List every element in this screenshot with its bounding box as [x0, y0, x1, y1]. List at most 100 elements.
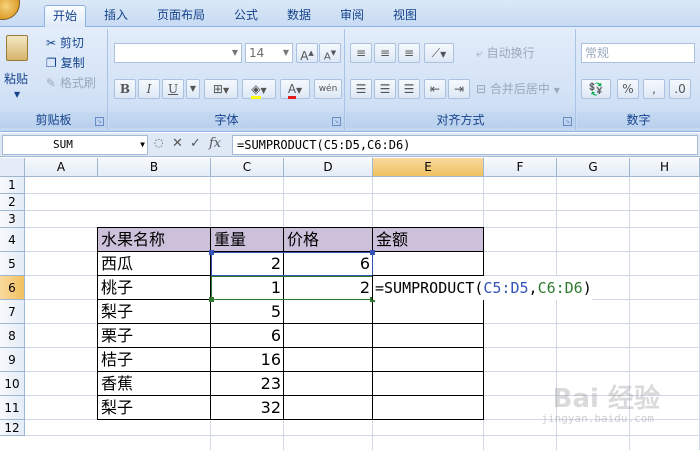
- expand-icon[interactable]: ◌: [154, 136, 164, 149]
- font-launcher-icon[interactable]: ↘: [332, 117, 341, 126]
- cancel-icon[interactable]: ✕: [172, 136, 183, 151]
- chevron-down-icon: ▼: [553, 86, 560, 95]
- phonetic-button[interactable]: wén: [314, 79, 342, 99]
- merge-center-button[interactable]: ⊟ 合并后居中 ▼: [476, 79, 560, 99]
- paste-dropdown-icon[interactable]: ▼: [14, 85, 20, 105]
- cell-border: [372, 371, 484, 396]
- cell-edit-formula[interactable]: =SUMPRODUCT(C5:D5,C6:D6): [373, 276, 592, 300]
- cell-border: [372, 251, 484, 276]
- tab-formulas[interactable]: 公式: [226, 5, 266, 27]
- fill-color-button[interactable]: ◈▼: [242, 79, 276, 99]
- row-header-11[interactable]: 11: [0, 396, 25, 420]
- italic-button[interactable]: I: [138, 79, 160, 99]
- column-header-a[interactable]: A: [25, 158, 98, 177]
- row-header-9[interactable]: 9: [0, 348, 25, 372]
- shrink-font-button[interactable]: A▼: [319, 43, 341, 63]
- align-top-icon[interactable]: ≡: [350, 43, 372, 63]
- formula-input[interactable]: =SUMPRODUCT(C5:D5,C6:D6): [232, 135, 698, 155]
- cell-border: [210, 371, 284, 396]
- office-button[interactable]: [0, 0, 20, 20]
- row-header-1[interactable]: 1: [0, 177, 25, 194]
- format-painter-button[interactable]: ✎ 格式刷: [46, 73, 96, 93]
- cell-border: [97, 395, 211, 420]
- column-header-b[interactable]: B: [98, 158, 211, 177]
- enter-icon[interactable]: ✓: [190, 136, 201, 151]
- formula-bar: SUM ▼ ◌ ✕ ✓ fx =SUMPRODUCT(C5:D5,C6:D6): [0, 133, 700, 157]
- wrap-text-button[interactable]: ⤶ 自动换行: [476, 43, 535, 63]
- align-bottom-icon[interactable]: ≡: [398, 43, 420, 63]
- cell-border: [97, 227, 211, 252]
- row-header-7[interactable]: 7: [0, 300, 25, 324]
- clipboard-launcher-icon[interactable]: ↘: [95, 117, 104, 126]
- cell-border: [97, 251, 211, 276]
- cell-border: [283, 227, 373, 252]
- orientation-icon[interactable]: ⟋▼: [424, 43, 454, 63]
- column-header-d[interactable]: D: [284, 158, 373, 177]
- cell-border: [372, 299, 484, 324]
- range-handle[interactable]: [370, 250, 375, 255]
- reference-range-c6-d6: [211, 276, 373, 300]
- tab-data[interactable]: 数据: [279, 5, 319, 27]
- increase-indent-icon[interactable]: ⇥: [448, 79, 470, 99]
- cell-border: [210, 347, 284, 372]
- column-header-c[interactable]: C: [211, 158, 284, 177]
- currency-icon[interactable]: 💱: [581, 79, 611, 99]
- row-header-10[interactable]: 10: [0, 372, 25, 396]
- gridline: [25, 435, 700, 436]
- copy-icon: ❐: [46, 56, 57, 70]
- merge-cells-icon: ⊟: [476, 82, 487, 96]
- tab-insert[interactable]: 插入: [96, 5, 136, 27]
- clipboard-group-label: 剪贴板: [0, 112, 107, 128]
- row-header-6[interactable]: 6: [0, 276, 25, 300]
- copy-button[interactable]: ❐ 复制: [46, 53, 85, 73]
- align-left-icon[interactable]: ☰: [350, 79, 372, 99]
- column-header-e[interactable]: E: [373, 158, 484, 177]
- underline-dropdown-icon[interactable]: ▼: [186, 79, 200, 99]
- comma-button[interactable]: ,: [643, 79, 665, 99]
- alignment-group: ≡ ≡ ≡ ⟋▼ ⤶ 自动换行 ☰ ☰ ☰ ⇤ ⇥ ⊟ 合并后居中 ▼ 对齐方式…: [346, 29, 576, 130]
- formula-part-suffix: ): [582, 279, 592, 297]
- borders-button[interactable]: ⊞▼: [204, 79, 238, 99]
- align-middle-icon[interactable]: ≡: [374, 43, 396, 63]
- tab-view[interactable]: 视图: [385, 5, 425, 27]
- column-header-f[interactable]: F: [484, 158, 557, 177]
- tab-home[interactable]: 开始: [44, 5, 86, 28]
- insert-function-icon[interactable]: fx: [209, 136, 221, 151]
- row-header-4[interactable]: 4: [0, 228, 25, 252]
- row-header-5[interactable]: 5: [0, 252, 25, 276]
- number-format-combo[interactable]: 常规: [581, 43, 695, 63]
- align-right-icon[interactable]: ☰: [398, 79, 420, 99]
- grow-font-button[interactable]: A▲: [296, 43, 318, 63]
- clipboard-group: 粘贴 ▼ ✂ 剪切 ❐ 复制 ✎ 格式刷 剪贴板 ↘: [0, 29, 108, 130]
- decrease-indent-icon[interactable]: ⇤: [424, 79, 446, 99]
- cut-button[interactable]: ✂ 剪切: [46, 33, 84, 53]
- range-handle[interactable]: [209, 297, 214, 302]
- increase-decimal-icon[interactable]: .0: [669, 79, 691, 99]
- bold-button[interactable]: B: [114, 79, 136, 99]
- cell-border: [97, 275, 211, 300]
- align-center-icon[interactable]: ☰: [374, 79, 396, 99]
- paste-icon[interactable]: [6, 35, 28, 61]
- percent-button[interactable]: %: [617, 79, 639, 99]
- column-header-h[interactable]: H: [630, 158, 700, 177]
- row-header-2[interactable]: 2: [0, 194, 25, 211]
- tab-page-layout[interactable]: 页面布局: [148, 5, 214, 27]
- alignment-launcher-icon[interactable]: ↘: [563, 117, 572, 126]
- range-handle[interactable]: [209, 250, 214, 255]
- tab-review[interactable]: 审阅: [332, 5, 372, 27]
- alignment-group-label: 对齐方式: [346, 112, 575, 128]
- select-all-corner[interactable]: [0, 158, 25, 177]
- cell-border: [97, 299, 211, 324]
- font-size-combo[interactable]: 14 ▼: [245, 43, 293, 63]
- chevron-down-icon[interactable]: ▼: [140, 136, 145, 154]
- font-color-button[interactable]: A▼: [280, 79, 310, 99]
- font-name-combo[interactable]: ▼: [114, 43, 242, 63]
- row-header-12[interactable]: 12: [0, 420, 25, 436]
- cell-border: [210, 395, 284, 420]
- row-header-3[interactable]: 3: [0, 211, 25, 228]
- underline-button[interactable]: U: [162, 79, 184, 99]
- name-box[interactable]: SUM ▼: [2, 135, 148, 155]
- cell-border: [372, 227, 484, 252]
- column-header-g[interactable]: G: [557, 158, 630, 177]
- row-header-8[interactable]: 8: [0, 324, 25, 348]
